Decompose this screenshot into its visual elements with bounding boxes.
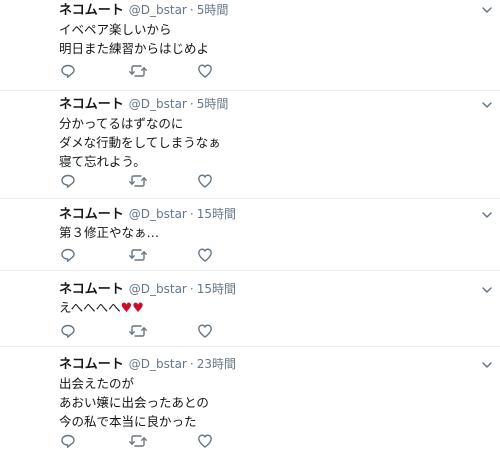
chevron-down-icon[interactable]	[480, 357, 494, 371]
tweet-header: ネコムート @D_bstar · 23時間	[59, 355, 236, 373]
tweet[interactable]: ネコムート @D_bstar · 5時間 分かってるはずなのに ダメな行動をして…	[0, 91, 500, 199]
reply-icon[interactable]	[60, 247, 78, 265]
tweet-feed: ネコムート @D_bstar · 5時間 イベペア楽しいから 明日また練習からは…	[0, 0, 500, 451]
red-heart-emoji: ♥	[132, 301, 144, 316]
retweet-icon[interactable]	[129, 247, 147, 265]
tweet-text: 出会えたのが あおい嬢に出会ったあとの 今の私で本当に良かった	[59, 374, 209, 431]
heart-icon[interactable]	[197, 173, 215, 191]
tweet-actions	[60, 247, 220, 265]
separator-dot: ·	[189, 3, 194, 17]
tweet[interactable]: ネコムート @D_bstar · 15時間 第３修正やなぁ…	[0, 199, 500, 271]
red-heart-emoji: ♥	[120, 301, 133, 316]
retweet-icon[interactable]	[129, 63, 147, 81]
separator-dot: ·	[189, 207, 194, 221]
tweet-header: ネコムート @D_bstar · 15時間	[59, 280, 236, 298]
chevron-down-icon[interactable]	[480, 97, 494, 111]
user-handle[interactable]: @D_bstar	[129, 355, 187, 373]
separator-dot: ·	[189, 282, 194, 296]
retweet-icon[interactable]	[129, 173, 147, 191]
tweet-text-content: えへへへへ	[59, 300, 121, 315]
chevron-down-icon[interactable]	[480, 282, 494, 296]
tweet-header: ネコムート @D_bstar · 5時間	[59, 95, 228, 113]
heart-icon[interactable]	[197, 323, 215, 341]
tweet[interactable]: ネコムート @D_bstar · 15時間 えへへへへ♥♥	[0, 271, 500, 347]
user-handle[interactable]: @D_bstar	[129, 1, 187, 19]
user-handle[interactable]: @D_bstar	[129, 280, 187, 298]
timestamp[interactable]: 5時間	[197, 1, 229, 19]
heart-icon[interactable]	[197, 247, 215, 265]
tweet-text-line: ダメな行動をしてしまうなぁ	[59, 135, 221, 150]
tweet-text-line: えへへへへ♥♥	[59, 298, 144, 317]
separator-dot: ·	[189, 357, 194, 371]
display-name[interactable]: ネコムート	[59, 2, 124, 20]
chevron-down-icon[interactable]	[480, 207, 494, 221]
tweet-text: 分かってるはずなのに ダメな行動をしてしまうなぁ 寝て忘れよう。	[59, 114, 221, 171]
retweet-icon[interactable]	[129, 323, 147, 341]
heart-icon[interactable]	[197, 433, 215, 451]
tweet-header: ネコムート @D_bstar · 5時間	[59, 1, 228, 19]
timestamp[interactable]: 23時間	[197, 355, 236, 373]
separator-dot: ·	[189, 97, 194, 111]
tweet-actions	[60, 323, 220, 341]
tweet-text: イベペア楽しいから 明日また練習からはじめよ	[59, 20, 209, 58]
display-name[interactable]: ネコムート	[59, 356, 124, 374]
reply-icon[interactable]	[60, 63, 78, 81]
tweet-text-line: 分かってるはずなのに	[59, 116, 184, 131]
tweet-text-line: あおい嬢に出会ったあとの	[59, 395, 209, 410]
tweet-text-line: 寝て忘れよう。	[59, 154, 146, 169]
tweet-text-line: 明日また練習からはじめよ	[59, 41, 210, 56]
retweet-icon[interactable]	[129, 433, 147, 451]
user-handle[interactable]: @D_bstar	[129, 95, 187, 113]
tweet-text-line: イベペア楽しいから	[59, 22, 172, 37]
chevron-down-icon[interactable]	[480, 2, 494, 16]
tweet-text: えへへへへ♥♥	[59, 298, 144, 317]
tweet-text-line: 第３修正やなぁ…	[59, 225, 160, 240]
reply-icon[interactable]	[60, 433, 78, 451]
tweet-text-line: 今の私で本当に良かった	[59, 414, 197, 429]
display-name[interactable]: ネコムート	[59, 281, 124, 299]
display-name[interactable]: ネコムート	[59, 206, 124, 224]
tweet-actions	[60, 433, 220, 451]
heart-icon[interactable]	[197, 63, 215, 81]
reply-icon[interactable]	[60, 323, 78, 341]
user-handle[interactable]: @D_bstar	[129, 205, 187, 223]
tweet-actions	[60, 173, 220, 191]
tweet-text: 第３修正やなぁ…	[59, 223, 159, 242]
timestamp[interactable]: 15時間	[197, 205, 236, 223]
tweet-actions	[60, 63, 220, 81]
timestamp[interactable]: 15時間	[197, 280, 236, 298]
tweet[interactable]: ネコムート @D_bstar · 5時間 イベペア楽しいから 明日また練習からは…	[0, 0, 500, 91]
tweet-text-line: 出会えたのが	[59, 376, 135, 391]
tweet[interactable]: ネコムート @D_bstar · 23時間 出会えたのが あおい嬢に出会ったあと…	[0, 347, 500, 451]
display-name[interactable]: ネコムート	[59, 96, 124, 114]
reply-icon[interactable]	[60, 173, 78, 191]
timestamp[interactable]: 5時間	[197, 95, 229, 113]
tweet-header: ネコムート @D_bstar · 15時間	[59, 205, 236, 223]
